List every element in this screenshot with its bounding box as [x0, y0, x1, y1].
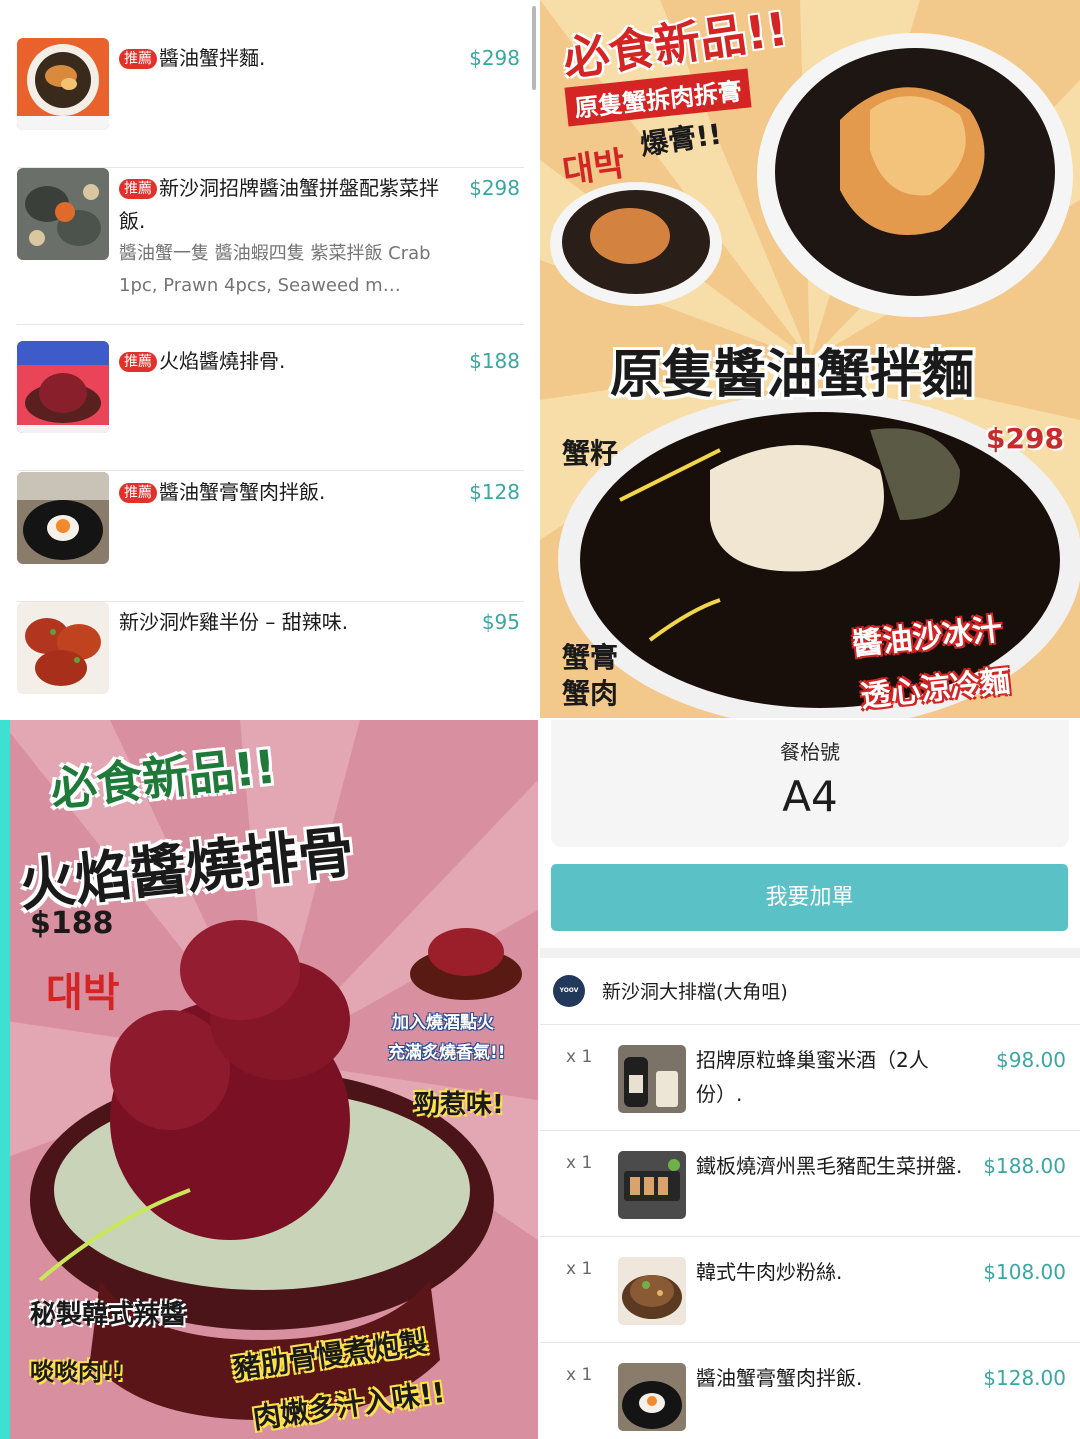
poster-price: $188 — [30, 906, 114, 941]
order-item-photo — [618, 1363, 686, 1431]
menu-item[interactable]: 推薦 醬油蟹膏蟹肉拌飯. $128 — [17, 472, 524, 602]
menu-item-description: 醬油蟹一隻 醬油蝦四隻 紫菜拌飯 Crab 1pc, Prawn 4pcs, S… — [119, 243, 431, 296]
crab-noodle-poster: 必食新品!! 原隻蟹拆肉拆膏 대박 爆膏!! 原隻醬油蟹拌麵 $298 蟹籽 蟹… — [540, 0, 1080, 718]
poster-label-roe: 蟹籽 — [562, 437, 619, 470]
order-item-price: $108.00 — [983, 1260, 1066, 1284]
poster-fire-line-2: 充滿炙燒香氣!! — [388, 1043, 506, 1063]
order-panel: 餐枱號 A4 我要加單 YOOV 新沙洞大排檔(大角咀) x 1 招牌原粒蜂巢蜜… — [540, 720, 1080, 1439]
order-item-quantity: x 1 — [566, 1365, 593, 1385]
shop-logo: YOOV — [553, 975, 585, 1007]
menu-item[interactable]: 推薦 新沙洞招牌醬油蟹拼盤配紫菜拌飯. 醬油蟹一隻 醬油蝦四隻 紫菜拌飯 Crab… — [17, 168, 524, 325]
menu-item-photo — [17, 341, 109, 433]
order-item-quantity: x 1 — [566, 1259, 593, 1279]
menu-item-price: $95 — [481, 610, 520, 634]
order-item-name: 醬油蟹膏蟹肉拌飯. — [696, 1366, 863, 1390]
menu-item-photo — [17, 602, 109, 694]
order-item-photo — [618, 1257, 686, 1325]
menu-item-photo — [17, 472, 109, 564]
table-number-card: 餐枱號 A4 — [551, 720, 1069, 847]
poster-chewy-text: 啖啖肉!! — [30, 1358, 124, 1386]
menu-item-title: 醬油蟹拌麵. — [159, 46, 266, 70]
order-item-quantity: x 1 — [566, 1153, 593, 1173]
menu-item-photo — [17, 38, 109, 130]
recommended-badge: 推薦 — [119, 483, 157, 503]
section-divider — [540, 948, 1080, 958]
recommended-badge: 推薦 — [119, 352, 157, 372]
poster-label-meat: 蟹膏 蟹肉 — [562, 641, 619, 710]
menu-item[interactable]: 推薦 醬油蟹拌麵. $298 — [17, 38, 524, 168]
poster-secret-sauce: 秘製韓式辣醬 — [30, 1300, 187, 1330]
menu-item-title: 新沙洞炸雞半份 – 甜辣味. — [119, 610, 349, 634]
poster-fire-line-1: 加入燒酒點火 — [392, 1013, 494, 1033]
table-label: 餐枱號 — [780, 740, 840, 764]
add-order-button[interactable]: 我要加單 — [551, 864, 1068, 931]
table-number: A4 — [782, 772, 838, 821]
poster-strong-text: 勁惹味! — [414, 1090, 504, 1120]
menu-item-price: $298 — [469, 46, 520, 70]
poster-korean-text: 대박 — [560, 143, 628, 193]
poster-price: $298 — [986, 422, 1064, 455]
order-item-name: 鐵板燒濟州黑毛豬配生菜拼盤. — [696, 1154, 963, 1178]
scrollbar[interactable] — [532, 6, 536, 90]
order-item-price: $98.00 — [996, 1048, 1066, 1072]
order-item[interactable]: x 1 醬油蟹膏蟹肉拌飯. $128.00 — [540, 1343, 1080, 1439]
order-item-price: $188.00 — [983, 1154, 1066, 1178]
menu-list-panel: 推薦 醬油蟹拌麵. $298 推薦 新沙洞招牌醬油蟹拼盤配紫菜拌飯. 醬油蟹一隻 醬… — [0, 0, 538, 718]
order-item-photo — [618, 1151, 686, 1219]
order-item[interactable]: x 1 韓式牛肉炒粉絲. $108.00 — [540, 1237, 1080, 1343]
order-item-name: 招牌原粒蜂巢蜜米酒（2人份）. — [696, 1048, 929, 1106]
menu-item[interactable]: 推薦 火焰醬燒排骨. $188 — [17, 341, 524, 471]
menu-item-title: 新沙洞招牌醬油蟹拼盤配紫菜拌飯. — [119, 176, 439, 233]
shop-name: 新沙洞大排檔(大角咀) — [602, 981, 788, 1003]
order-item-photo — [618, 1045, 686, 1113]
order-item-quantity: x 1 — [566, 1047, 593, 1067]
menu-item-price: $298 — [469, 176, 520, 200]
poster-korean-text: 대박 — [46, 970, 120, 1016]
menu-item-title: 醬油蟹膏蟹肉拌飯. — [159, 480, 326, 504]
menu-item-title: 火焰醬燒排骨. — [159, 349, 286, 373]
order-item[interactable]: x 1 鐵板燒濟州黑毛豬配生菜拼盤. $188.00 — [540, 1131, 1080, 1237]
order-item-price: $128.00 — [983, 1366, 1066, 1390]
menu-item[interactable]: 新沙洞炸雞半份 – 甜辣味. $95 — [17, 602, 524, 718]
order-item-name: 韓式牛肉炒粉絲. — [696, 1260, 843, 1284]
menu-item-price: $188 — [469, 349, 520, 373]
recommended-badge: 推薦 — [119, 49, 157, 69]
ribs-poster: 必食新品!! 火焰醬燒排骨 $188 대박 加入燒酒點火 充滿炙燒香氣!! 勁惹… — [0, 720, 538, 1439]
order-item[interactable]: x 1 招牌原粒蜂巢蜜米酒（2人份）. $98.00 — [540, 1025, 1080, 1131]
menu-item-photo — [17, 168, 109, 260]
recommended-badge: 推薦 — [119, 179, 157, 199]
menu-item-price: $128 — [469, 480, 520, 504]
poster-title: 原隻醬油蟹拌麵 — [610, 345, 975, 405]
